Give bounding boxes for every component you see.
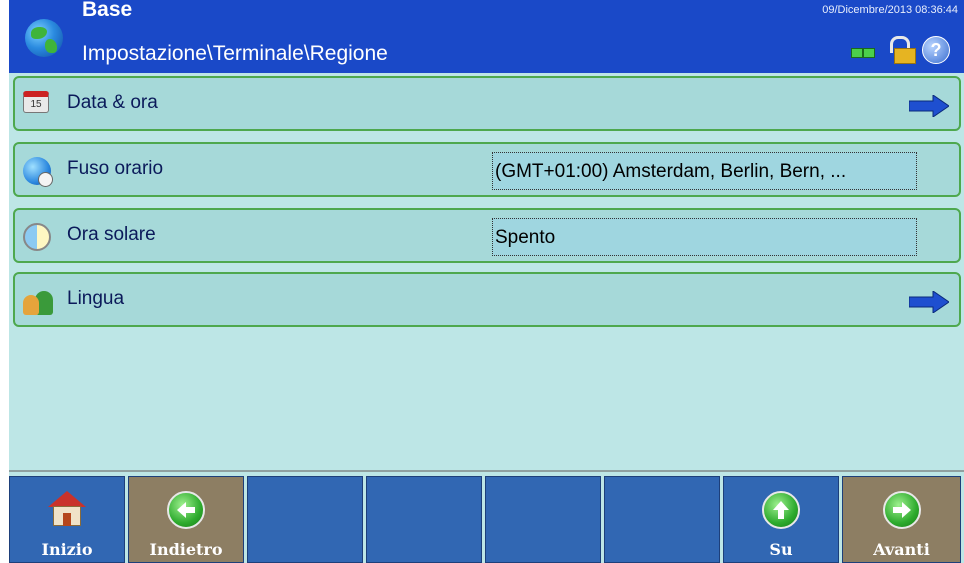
timezone-globe-icon	[23, 157, 53, 187]
divider	[9, 470, 964, 472]
help-icon[interactable]: ?	[922, 36, 950, 64]
daylight-saving-icon	[23, 223, 53, 251]
softkey-bar: Inizio Indietro Su Avanti	[9, 476, 964, 563]
page-title: Base	[82, 0, 133, 21]
timezone-select[interactable]: (GMT+01:00) Amsterdam, Berlin, Bern, ...	[492, 152, 917, 190]
up-arrow-icon	[762, 491, 800, 529]
header-bar: Base Impostazione\Terminale\Regione 09/D…	[9, 0, 964, 73]
row-label: Data & ora	[67, 92, 158, 113]
row-daylight-saving[interactable]: Ora solare Spento	[13, 208, 961, 263]
softkey-label: Su	[769, 540, 793, 559]
forward-arrow-icon	[882, 491, 921, 529]
breadcrumb: Impostazione\Terminale\Regione	[82, 42, 388, 65]
softkey-back[interactable]: Indietro	[128, 476, 244, 563]
row-language[interactable]: Lingua	[13, 272, 961, 327]
home-icon	[48, 491, 86, 529]
arrow-right-icon[interactable]	[909, 95, 949, 117]
status-icons: ?	[846, 34, 956, 64]
datetime-display: 09/Dicembre/2013 08:36:44	[822, 4, 958, 16]
softkey-label: Inizio	[41, 540, 93, 559]
row-date-time[interactable]: 15 Data & ora	[13, 76, 961, 131]
calendar-icon: 15	[23, 91, 53, 119]
softkey-home[interactable]: Inizio	[9, 476, 125, 563]
back-arrow-icon	[167, 491, 205, 529]
network-icon	[851, 46, 881, 60]
softkey-forward[interactable]: Avanti	[842, 476, 961, 563]
row-label: Ora solare	[67, 224, 156, 245]
globe-icon	[25, 19, 63, 57]
softkey-label: Indietro	[149, 540, 223, 559]
arrow-right-icon[interactable]	[909, 291, 949, 313]
row-timezone[interactable]: Fuso orario (GMT+01:00) Amsterdam, Berli…	[13, 142, 961, 197]
softkey-label: Avanti	[873, 540, 930, 559]
terminal-screen: Base Impostazione\Terminale\Regione 09/D…	[9, 0, 964, 563]
softkey-up[interactable]: Su	[723, 476, 839, 563]
softkey-empty-5[interactable]	[485, 476, 601, 563]
unlocked-icon[interactable]	[888, 36, 916, 64]
row-label: Lingua	[67, 288, 125, 309]
softkey-empty-3[interactable]	[247, 476, 363, 563]
softkey-empty-4[interactable]	[366, 476, 482, 563]
daylight-saving-select[interactable]: Spento	[492, 218, 917, 256]
softkey-empty-6[interactable]	[604, 476, 720, 563]
row-label: Fuso orario	[67, 158, 164, 179]
language-people-icon	[23, 287, 53, 315]
